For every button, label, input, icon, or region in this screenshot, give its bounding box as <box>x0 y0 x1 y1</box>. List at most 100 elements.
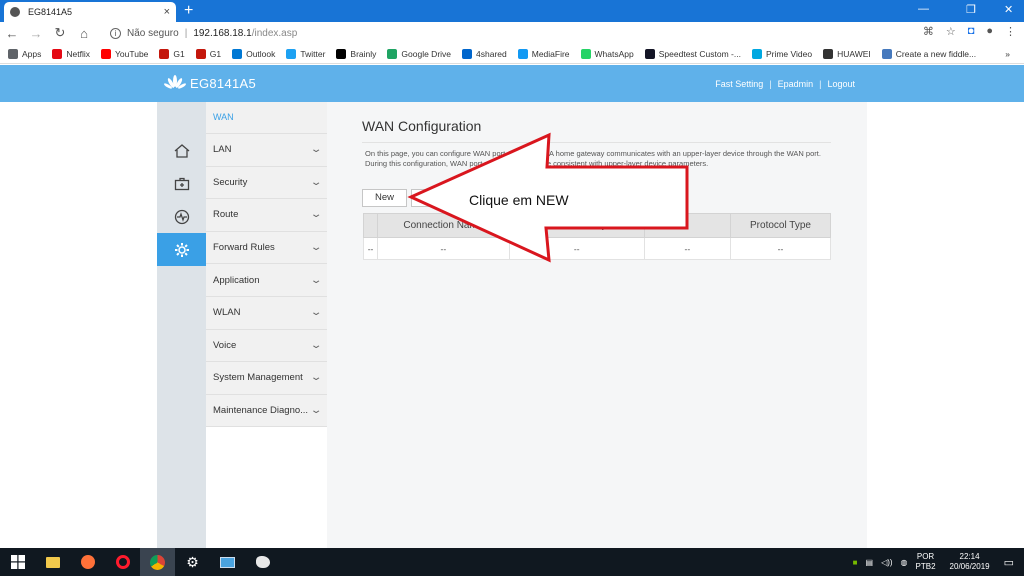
browser-tab[interactable]: EG8141A5 × <box>4 2 176 22</box>
file-explorer-icon[interactable] <box>35 548 70 576</box>
table-row[interactable]: -- -- -- -- -- <box>362 237 831 260</box>
notification-icon[interactable]: ▭ <box>1004 556 1014 569</box>
bookmark-item[interactable]: HUAWEI <box>823 48 871 59</box>
submenu-item[interactable]: Maintenance Diagno... ⌄ <box>206 394 327 428</box>
bookmark-item[interactable]: WhatsApp <box>580 48 634 59</box>
wifi-icon[interactable]: ◍ <box>901 558 908 567</box>
address-bar[interactable]: i Não seguro | 192.168.18.1 /index.asp <box>110 24 297 42</box>
home-icon[interactable] <box>157 134 206 167</box>
bookmark-item[interactable]: YouTube <box>101 48 148 59</box>
security-label: Não seguro <box>127 27 179 39</box>
clock[interactable]: 22:14 20/06/2019 <box>950 552 990 572</box>
gear-icon[interactable] <box>157 233 212 266</box>
bookmark-item[interactable]: Google Drive <box>387 48 451 59</box>
app-window-icon[interactable] <box>210 548 245 576</box>
time: 22:14 <box>959 552 980 561</box>
restore-button[interactable]: ❐ <box>966 3 976 16</box>
forward-arrow-icon[interactable]: → <box>24 26 48 41</box>
submenu-item[interactable]: Application ⌄ <box>206 264 327 297</box>
extension-icon[interactable]: ◘ <box>968 25 975 38</box>
bookmark-item[interactable]: G1 <box>195 48 221 59</box>
submenu-item[interactable]: LAN ⌄ <box>206 134 327 167</box>
chrome-icon[interactable] <box>140 548 175 576</box>
globe-icon <box>10 7 20 17</box>
info-icon[interactable]: i <box>110 27 121 39</box>
reload-icon[interactable]: ↻ <box>48 25 72 41</box>
bookmark-item[interactable]: 4shared <box>462 48 507 59</box>
bookmark-item[interactable]: Twitter <box>286 48 325 59</box>
submenu-item-label: LAN <box>213 144 232 156</box>
settings-gear-icon[interactable]: ⚙ <box>175 548 210 576</box>
bookmark-label: Brainly <box>350 48 377 59</box>
submenu-item[interactable]: Voice ⌄ <box>206 329 327 363</box>
table-header <box>643 213 732 238</box>
bookmark-label: Outlook <box>246 48 276 59</box>
submenu-wan[interactable]: WAN <box>206 102 327 134</box>
bookmark-icon <box>232 48 243 59</box>
page-title: WAN Configuration <box>362 118 482 134</box>
fast-setting-link[interactable]: Fast Setting <box>709 79 769 89</box>
table-header: Protocol Type <box>730 213 831 238</box>
submenu-item-label: System Management <box>213 372 303 384</box>
bookmark-item[interactable]: Outlook <box>232 48 276 59</box>
bookmark-item[interactable]: Create a new fiddle... <box>881 48 976 59</box>
chevron-down-icon: ⌄ <box>309 307 323 319</box>
bookmark-item[interactable]: Speedtest Custom -... <box>644 48 741 59</box>
close-window-button[interactable]: ✕ <box>1004 3 1013 16</box>
bookmark-item[interactable]: G1 <box>159 48 185 59</box>
firefox-icon[interactable] <box>70 548 105 576</box>
tab-close-icon[interactable]: × <box>164 6 170 18</box>
paint-icon[interactable] <box>245 548 280 576</box>
chevron-down-icon: ⌄ <box>309 176 323 188</box>
bookmarks-overflow-icon[interactable]: » <box>1005 49 1010 59</box>
browser-toolbar: ← → ↻ ⌂ i Não seguro | 192.168.18.1 /ind… <box>0 22 1024 44</box>
user-link[interactable]: Epadmin <box>772 79 820 89</box>
new-tab-button[interactable]: + <box>184 2 193 20</box>
submenu-item-label: WLAN <box>213 307 241 319</box>
translate-icon[interactable]: ⌘ <box>923 25 934 38</box>
toolbar-right: ⌘ ☆ ◘ ● ⋮ <box>923 25 1016 38</box>
icon-rail <box>157 102 212 548</box>
volume-icon[interactable]: ◁)) <box>881 558 892 567</box>
menu-icon[interactable]: ⋮ <box>1005 25 1016 38</box>
profile-avatar[interactable]: ● <box>986 25 993 38</box>
bookmark-item[interactable]: MediaFire <box>517 48 570 59</box>
chevron-down-icon: ⌄ <box>309 242 323 254</box>
star-icon[interactable]: ☆ <box>946 25 956 38</box>
delete-button[interactable] <box>411 189 456 207</box>
submenu-item-label: Forward Rules <box>213 242 275 254</box>
bookmark-item[interactable]: Apps <box>8 48 41 59</box>
submenu-item[interactable]: Security ⌄ <box>206 166 327 200</box>
opera-icon[interactable] <box>105 548 140 576</box>
submenu-item[interactable]: Forward Rules ⌄ <box>206 231 327 265</box>
language-indicator[interactable]: POR PTB2 <box>916 552 936 572</box>
bookmark-item[interactable]: Prime Video <box>751 48 812 59</box>
chevron-down-icon: ⌄ <box>309 274 323 286</box>
title-divider <box>362 142 831 143</box>
home-icon[interactable]: ⌂ <box>72 26 96 41</box>
network-icon[interactable]: ▤ <box>866 558 874 567</box>
bookmark-icon <box>52 48 63 59</box>
nvidia-icon[interactable]: ■ <box>853 558 858 567</box>
bookmark-icon <box>8 48 18 59</box>
submenu-item[interactable]: Route ⌄ <box>206 199 327 232</box>
bookmark-icon <box>336 48 347 59</box>
table-cell: -- <box>377 237 510 260</box>
bookmark-item[interactable]: Brainly <box>336 48 377 59</box>
logout-link[interactable]: Logout <box>821 79 861 89</box>
diagnostics-icon[interactable] <box>157 200 206 233</box>
bookmark-item[interactable]: Netflix <box>52 48 90 59</box>
minimize-button[interactable]: — <box>918 3 929 15</box>
chevron-down-icon: ⌄ <box>309 405 323 417</box>
new-button[interactable]: New <box>362 189 407 207</box>
toolbox-icon[interactable] <box>157 167 206 200</box>
table-cell: -- <box>730 237 831 260</box>
back-arrow-icon[interactable]: ← <box>0 26 24 41</box>
bookmark-label: HUAWEI <box>837 48 871 59</box>
windows-start-icon[interactable] <box>0 548 35 576</box>
tab-title: EG8141A5 <box>28 7 73 17</box>
submenu-item[interactable]: WLAN ⌄ <box>206 296 327 330</box>
submenu-item[interactable]: System Management ⌄ <box>206 362 327 395</box>
bookmark-label: WhatsApp <box>594 48 634 59</box>
annotation-text: Clique em NEW <box>469 192 569 208</box>
